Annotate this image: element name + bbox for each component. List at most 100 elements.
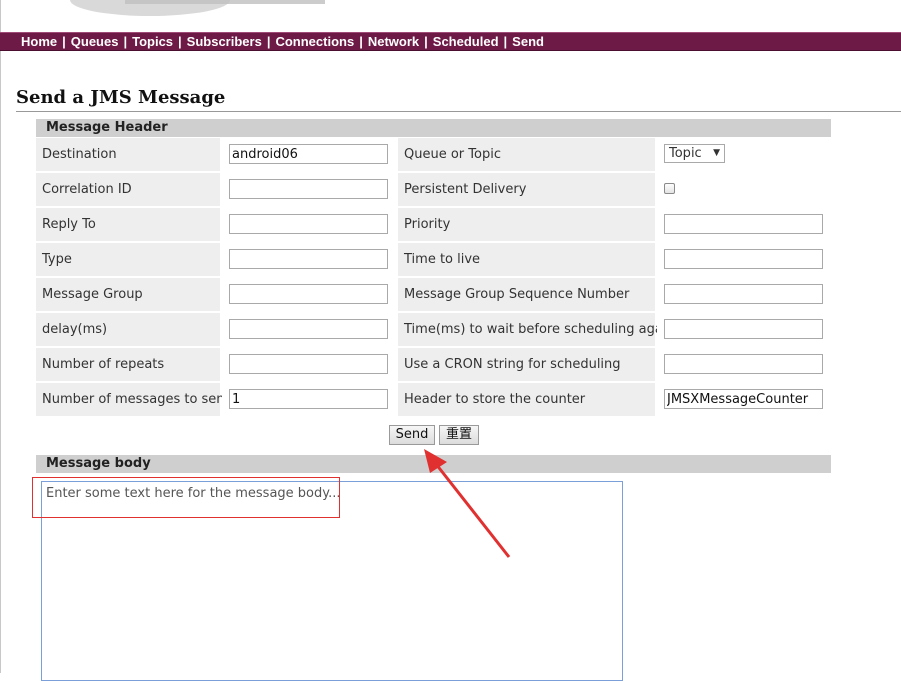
number-of-messages-to-send-input[interactable] bbox=[229, 389, 388, 409]
nav-separator: | bbox=[123, 34, 128, 49]
input-cell: Topic ▼ bbox=[657, 138, 831, 171]
field-label: Number of messages to send bbox=[42, 392, 233, 407]
label-cell: Destination bbox=[36, 138, 220, 171]
nav-link-connections[interactable]: Connections bbox=[275, 34, 354, 49]
field-label: Number of repeats bbox=[42, 357, 165, 372]
top-navigation-bar: Home | Queues | Topics | Subscribers | Connectio… bbox=[0, 32, 901, 51]
label-cell: Message Group Sequence Number bbox=[398, 278, 655, 311]
form-row: Reply To Priority bbox=[36, 208, 831, 241]
label-cell: Priority bbox=[398, 208, 655, 241]
nav-separator: | bbox=[178, 34, 182, 49]
field-label: Header to store the counter bbox=[404, 392, 586, 407]
time-to-live-input[interactable] bbox=[664, 249, 823, 269]
persistent-delivery-checkbox[interactable] bbox=[664, 183, 675, 194]
nav-separator: | bbox=[266, 34, 271, 49]
form-row: Message Group Message Group Sequence Numb… bbox=[36, 278, 831, 311]
nav-link-network[interactable]: Network bbox=[368, 34, 419, 49]
nav-link-topics[interactable]: Topics bbox=[132, 34, 173, 49]
input-cell bbox=[657, 278, 831, 311]
label-cell: Message Group bbox=[36, 278, 220, 311]
input-cell bbox=[222, 383, 396, 416]
input-cell bbox=[222, 313, 396, 346]
input-cell bbox=[222, 208, 396, 241]
nav-link-scheduled[interactable]: Scheduled bbox=[433, 34, 499, 49]
nav-separator: | bbox=[503, 34, 508, 49]
priority-input[interactable] bbox=[664, 214, 823, 234]
input-cell bbox=[222, 173, 396, 206]
message-body-section-title: Message body bbox=[36, 455, 831, 473]
use-a-cron-string-for-scheduling-input[interactable] bbox=[664, 354, 823, 374]
input-cell bbox=[657, 173, 831, 206]
input-cell bbox=[222, 278, 396, 311]
field-label: Correlation ID bbox=[42, 182, 132, 197]
nav-separator: | bbox=[359, 34, 363, 49]
field-label: Priority bbox=[404, 217, 451, 232]
nav-link-subscribers[interactable]: Subscribers bbox=[187, 34, 262, 49]
label-cell: delay(ms) bbox=[36, 313, 220, 346]
nav-separator: | bbox=[424, 34, 428, 49]
send-button[interactable]: Send bbox=[389, 425, 435, 445]
nav-links: Home | Queues | Topics | Subscribers | Connectio… bbox=[21, 33, 544, 50]
delay-ms-input[interactable] bbox=[229, 319, 388, 339]
field-label: Reply To bbox=[42, 217, 96, 232]
message-header-title: Message Header bbox=[46, 120, 168, 135]
message-header-section-title: Message Header bbox=[36, 119, 831, 137]
title-divider bbox=[16, 111, 901, 112]
input-cell bbox=[222, 138, 396, 171]
field-label: Time(ms) to wait before scheduling again bbox=[404, 322, 675, 337]
field-label: Message Group bbox=[42, 287, 143, 302]
time-ms-to-wait-before-scheduling-again-input[interactable] bbox=[664, 319, 823, 339]
form-row: Type Time to live bbox=[36, 243, 831, 276]
nav-link-queues[interactable]: Queues bbox=[71, 34, 119, 49]
input-cell bbox=[657, 208, 831, 241]
nav-link-send[interactable]: Send bbox=[512, 34, 544, 49]
queue-or-topic-select[interactable]: Topic ▼ bbox=[664, 144, 725, 163]
message-group-sequence-number-input[interactable] bbox=[664, 284, 823, 304]
field-label: Queue or Topic bbox=[404, 147, 501, 162]
dropdown-arrow-icon: ▼ bbox=[713, 148, 720, 158]
input-cell bbox=[222, 243, 396, 276]
nav-link-home[interactable]: Home bbox=[21, 34, 57, 49]
input-cell bbox=[222, 348, 396, 381]
message-group-input[interactable] bbox=[229, 284, 388, 304]
label-cell: Number of repeats bbox=[36, 348, 220, 381]
correlation-id-input[interactable] bbox=[229, 179, 388, 199]
input-cell bbox=[657, 348, 831, 381]
type-input[interactable] bbox=[229, 249, 388, 269]
field-label: Message Group Sequence Number bbox=[404, 287, 630, 302]
label-cell: Type bbox=[36, 243, 220, 276]
field-label: Persistent Delivery bbox=[404, 182, 527, 197]
form-row: Number of messages to send Header to stor… bbox=[36, 383, 831, 416]
message-body-title: Message body bbox=[46, 456, 151, 471]
page-title: Send a JMS Message bbox=[16, 87, 226, 108]
form-row: Destination Queue or Topic Topic ▼ bbox=[36, 138, 831, 171]
number-of-repeats-input[interactable] bbox=[229, 354, 388, 374]
input-cell bbox=[657, 383, 831, 416]
page-left-border bbox=[0, 0, 1, 673]
label-cell: Persistent Delivery bbox=[398, 173, 655, 206]
annotation-highlight-box bbox=[32, 477, 340, 518]
activemq-logo bbox=[70, 0, 325, 16]
field-label: delay(ms) bbox=[42, 322, 108, 337]
field-label: Type bbox=[42, 252, 72, 267]
label-cell: Queue or Topic bbox=[398, 138, 655, 171]
form-row: delay(ms) Time(ms) to wait before schedul… bbox=[36, 313, 831, 346]
label-cell: Reply To bbox=[36, 208, 220, 241]
field-label: Time to live bbox=[404, 252, 481, 267]
reply-to-input[interactable] bbox=[229, 214, 388, 234]
label-cell: Header to store the counter bbox=[398, 383, 655, 416]
input-cell bbox=[657, 243, 831, 276]
field-label: Use a CRON string for scheduling bbox=[404, 357, 621, 372]
form-row: Correlation ID Persistent Delivery bbox=[36, 173, 831, 206]
input-cell bbox=[657, 313, 831, 346]
label-cell: Time(ms) to wait before scheduling again bbox=[398, 313, 675, 346]
header-to-store-the-counter-input[interactable] bbox=[664, 389, 823, 409]
nav-separator: | bbox=[62, 34, 66, 49]
reset-button[interactable]: 重置 bbox=[439, 425, 479, 445]
label-cell: Time to live bbox=[398, 243, 655, 276]
field-label: Destination bbox=[42, 147, 117, 162]
destination-input[interactable] bbox=[229, 144, 388, 164]
label-cell: Correlation ID bbox=[36, 173, 220, 206]
select-value: Topic bbox=[669, 146, 702, 161]
label-cell: Use a CRON string for scheduling bbox=[398, 348, 655, 381]
